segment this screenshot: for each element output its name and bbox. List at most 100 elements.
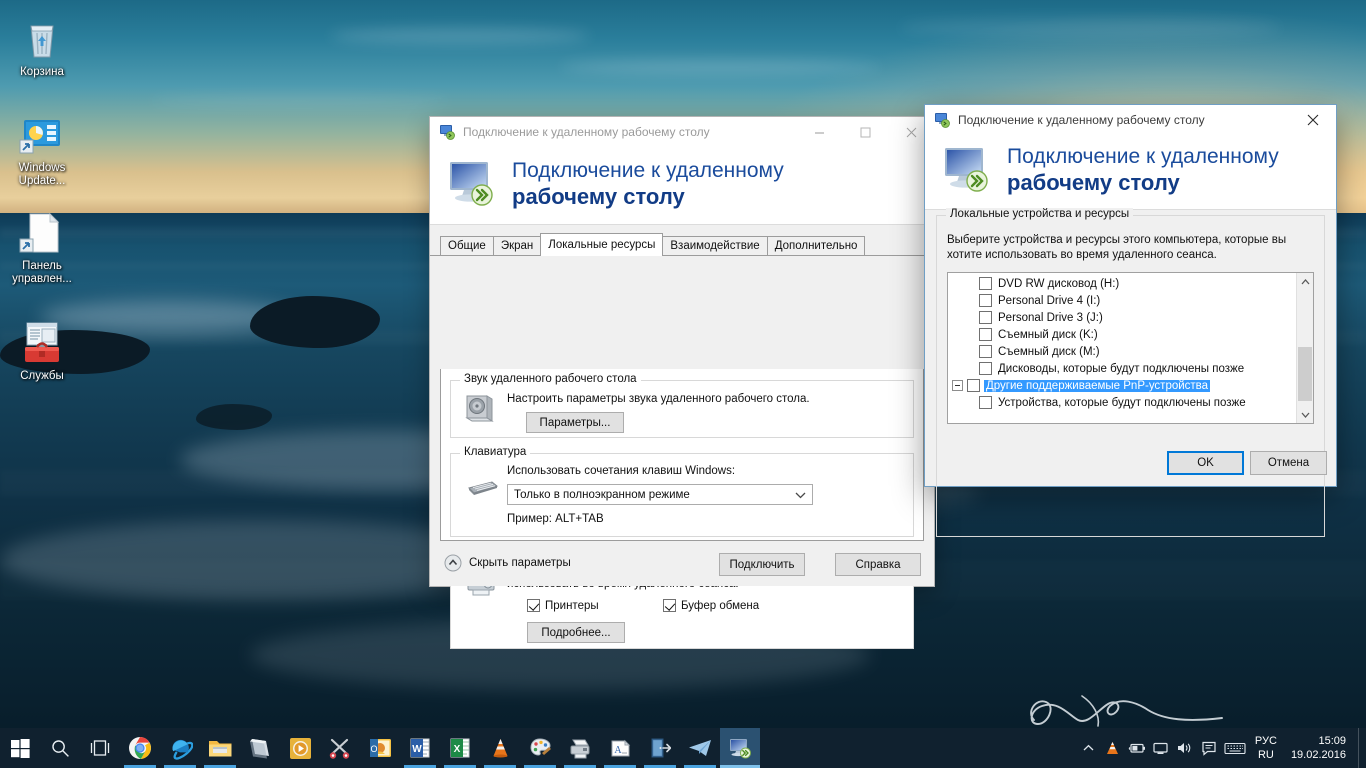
tree-checkbox[interactable] [979,277,992,290]
svg-text:O: O [370,744,377,754]
svg-text:A: A [614,745,622,756]
tray-volume-icon-button[interactable] [1173,728,1197,768]
desktop-icon-control-panel[interactable]: Панель управлен... [4,208,80,286]
taskbar-app-remote-desktop[interactable] [720,728,760,768]
devices-tree[interactable]: DVD RW дисковод (H:) Personal Drive 4 (I… [947,272,1314,424]
tree-item[interactable]: Съемный диск (K:) [948,326,1296,343]
tree-expander-icon[interactable] [952,380,963,391]
taskbar-app-word[interactable]: W [400,728,440,768]
show-desktop-button[interactable] [1358,728,1366,768]
task-view-icon [90,740,110,756]
connect-button[interactable]: Подключить [719,553,805,576]
taskbar-app-fax-scan[interactable] [560,728,600,768]
tree-checkbox[interactable] [979,311,992,324]
desktop-icon-windows-update[interactable]: Windows Update... [4,110,80,188]
tray-vlc-icon-button[interactable] [1101,728,1125,768]
tree-checkbox[interactable] [979,328,992,341]
scroll-up-button[interactable] [1297,273,1313,290]
task-view-button[interactable] [80,728,120,768]
taskbar-app-outlook[interactable]: O [360,728,400,768]
tree-checkbox[interactable] [979,362,992,375]
windows-update-icon [18,110,66,158]
remote-desktop-taskbar-icon [730,739,751,759]
clock[interactable]: 15:09 19.02.2016 [1283,734,1358,762]
devices-close-button[interactable] [1290,105,1336,135]
checkbox-box [527,599,540,612]
remote-desktop-options-window[interactable]: Подключение к удаленному рабочему столу [430,117,934,649]
more-devices-button[interactable]: Подробнее... [527,622,625,643]
options-tabstrip[interactable]: Общие Экран Локальные ресурсы Взаимодейс… [430,233,934,256]
tab-general[interactable]: Общие [440,236,494,255]
taskbar-app-chrome[interactable] [120,728,160,768]
desktop-icon-label: Службы [20,370,64,382]
windows-key-combo[interactable]: Только в полноэкранном режиме [507,484,813,505]
dialog-footer: Скрыть параметры Подключить Справка [430,543,934,586]
taskbar-app-vlc[interactable] [480,728,520,768]
tree-checkbox[interactable] [979,294,992,307]
language-indicator[interactable]: РУС RU [1249,734,1283,762]
taskbar-app-file-explorer[interactable] [200,728,240,768]
remote-audio-description: Настроить параметры звука удаленного раб… [507,393,810,405]
taskbar-app-media-player[interactable] [280,728,320,768]
tree-item[interactable]: Personal Drive 3 (J:) [948,309,1296,326]
tab-local-resources[interactable]: Локальные ресурсы [540,233,664,256]
minimize-button[interactable] [796,117,842,147]
taskbar-app-logoff[interactable] [640,728,680,768]
tree-item[interactable]: Устройства, которые будут подключены поз… [948,394,1296,411]
tray-network-icon-button[interactable] [1149,728,1173,768]
system-tray[interactable]: РУС RU 15:09 19.02.2016 [1077,728,1366,768]
ok-button[interactable]: OK [1167,451,1244,475]
tree-item-selected[interactable]: Другие поддерживаемые PnP-устройства [948,377,1296,394]
devices-dialog-titlebar[interactable]: Подключение к удаленному рабочему столу [925,105,1336,135]
devices-tree-scrollbar[interactable] [1296,273,1313,423]
tree-item[interactable]: Personal Drive 4 (I:) [948,292,1296,309]
local-devices-dialog[interactable]: Подключение к удаленному рабочему столу … [925,105,1336,537]
hide-options-label: Скрыть параметры [469,556,571,569]
search-button[interactable] [40,728,80,768]
tree-item[interactable]: DVD RW дисковод (H:) [948,275,1296,292]
desktop-icon-recycle-bin[interactable]: Корзина [4,14,80,79]
taskbar-app-store[interactable] [240,728,280,768]
taskbar-app-telegram[interactable] [680,728,720,768]
printers-checkbox[interactable]: Принтеры [527,599,599,612]
scrollbar-thumb[interactable] [1298,347,1312,401]
desktop-icon-services[interactable]: Службы [4,318,80,383]
vlc-tray-icon [1107,742,1119,754]
audio-settings-button[interactable]: Параметры... [526,412,624,433]
show-hidden-icons-button[interactable] [1077,728,1101,768]
tree-checkbox[interactable] [967,379,980,392]
tray-keyboard-layout-button[interactable] [1221,728,1249,768]
scroll-down-button[interactable] [1297,406,1313,423]
banner-line-1: Подключение к удаленному [512,158,784,182]
clock-date: 19.02.2016 [1290,749,1346,761]
keyboard-layout-icon [1224,742,1246,754]
tray-battery-icon-button[interactable] [1125,728,1149,768]
clipboard-checkbox[interactable]: Буфер обмена [663,599,759,612]
taskbar-app-paint[interactable] [520,728,560,768]
taskbar-app-internet-explorer[interactable] [160,728,200,768]
taskbar[interactable]: O W X A РУС RU 15:09 19.02.2016 [0,728,1366,768]
window-titlebar[interactable]: Подключение к удаленному рабочему столу [430,117,934,147]
taskbar-app-fonts[interactable]: A [600,728,640,768]
tree-item[interactable]: Съемный диск (M:) [948,343,1296,360]
start-button[interactable] [0,728,40,768]
help-button[interactable]: Справка [835,553,921,576]
recycle-bin-icon [18,14,66,62]
tree-item-label: Съемный диск (K:) [998,328,1098,341]
hide-options-toggle[interactable]: Скрыть параметры [444,554,571,572]
chevron-up-circle-icon [444,554,462,572]
tray-action-center-button[interactable] [1197,728,1221,768]
tree-checkbox[interactable] [979,396,992,409]
tab-display[interactable]: Экран [492,236,542,255]
tab-advanced[interactable]: Дополнительно [766,236,866,255]
taskbar-app-snipping-tool[interactable] [320,728,360,768]
devices-banner-line-1: Подключение к удаленному [1007,145,1279,168]
wallpaper-cloud [560,60,880,74]
tab-experience[interactable]: Взаимодействие [662,236,768,255]
maximize-button[interactable] [842,117,888,147]
taskbar-app-excel[interactable]: X [440,728,480,768]
tree-checkbox[interactable] [979,345,992,358]
cancel-button[interactable]: Отмена [1250,451,1327,475]
devices-tree-list: DVD RW дисковод (H:) Personal Drive 4 (I… [948,275,1296,411]
tree-item[interactable]: Дисководы, которые будут подключены позж… [948,360,1296,377]
